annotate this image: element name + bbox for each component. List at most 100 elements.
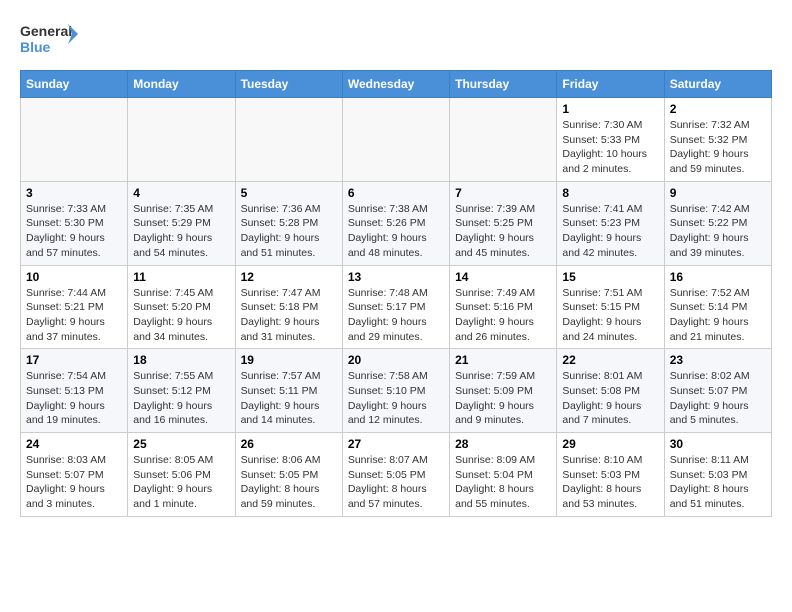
calendar-week-3: 10 Sunrise: 7:44 AM Sunset: 5:21 PM Dayli…: [21, 265, 772, 349]
day-info: Sunrise: 7:59 AM Sunset: 5:09 PM Dayligh…: [455, 369, 551, 428]
day-number: 4: [133, 186, 229, 200]
day-info: Sunrise: 7:49 AM Sunset: 5:16 PM Dayligh…: [455, 286, 551, 345]
day-number: 26: [241, 437, 337, 451]
calendar-cell: 27 Sunrise: 8:07 AM Sunset: 5:05 PM Dayli…: [342, 433, 449, 517]
day-info: Sunrise: 7:48 AM Sunset: 5:17 PM Dayligh…: [348, 286, 444, 345]
calendar-cell: 10 Sunrise: 7:44 AM Sunset: 5:21 PM Dayli…: [21, 265, 128, 349]
day-number: 11: [133, 270, 229, 284]
calendar-cell: [450, 98, 557, 182]
day-info: Sunrise: 7:35 AM Sunset: 5:29 PM Dayligh…: [133, 202, 229, 261]
day-number: 1: [562, 102, 658, 116]
calendar-cell: 6 Sunrise: 7:38 AM Sunset: 5:26 PM Daylig…: [342, 181, 449, 265]
day-info: Sunrise: 8:11 AM Sunset: 5:03 PM Dayligh…: [670, 453, 766, 512]
day-number: 30: [670, 437, 766, 451]
day-number: 22: [562, 353, 658, 367]
day-number: 9: [670, 186, 766, 200]
day-info: Sunrise: 7:55 AM Sunset: 5:12 PM Dayligh…: [133, 369, 229, 428]
header: General Blue: [20, 20, 772, 60]
day-number: 3: [26, 186, 122, 200]
calendar-cell: 8 Sunrise: 7:41 AM Sunset: 5:23 PM Daylig…: [557, 181, 664, 265]
svg-text:Blue: Blue: [20, 39, 51, 55]
day-number: 5: [241, 186, 337, 200]
day-info: Sunrise: 7:44 AM Sunset: 5:21 PM Dayligh…: [26, 286, 122, 345]
calendar-cell: 25 Sunrise: 8:05 AM Sunset: 5:06 PM Dayli…: [128, 433, 235, 517]
calendar-cell: 19 Sunrise: 7:57 AM Sunset: 5:11 PM Dayli…: [235, 349, 342, 433]
day-info: Sunrise: 7:30 AM Sunset: 5:33 PM Dayligh…: [562, 118, 658, 177]
day-number: 12: [241, 270, 337, 284]
day-info: Sunrise: 7:45 AM Sunset: 5:20 PM Dayligh…: [133, 286, 229, 345]
calendar-cell: 24 Sunrise: 8:03 AM Sunset: 5:07 PM Dayli…: [21, 433, 128, 517]
calendar-cell: [128, 98, 235, 182]
day-info: Sunrise: 7:47 AM Sunset: 5:18 PM Dayligh…: [241, 286, 337, 345]
day-number: 28: [455, 437, 551, 451]
calendar-cell: 2Sunrise: 7:32 AM Sunset: 5:32 PM Daylig…: [664, 98, 771, 182]
day-header-thursday: Thursday: [450, 71, 557, 98]
calendar-cell: 3 Sunrise: 7:33 AM Sunset: 5:30 PM Daylig…: [21, 181, 128, 265]
day-number: 8: [562, 186, 658, 200]
day-info: Sunrise: 8:06 AM Sunset: 5:05 PM Dayligh…: [241, 453, 337, 512]
calendar-week-1: 1 Sunrise: 7:30 AM Sunset: 5:33 PM Daylig…: [21, 98, 772, 182]
calendar-cell: 30 Sunrise: 8:11 AM Sunset: 5:03 PM Dayli…: [664, 433, 771, 517]
day-info: Sunrise: 8:03 AM Sunset: 5:07 PM Dayligh…: [26, 453, 122, 512]
day-info: Sunrise: 7:41 AM Sunset: 5:23 PM Dayligh…: [562, 202, 658, 261]
day-info: Sunrise: 7:52 AM Sunset: 5:14 PM Dayligh…: [670, 286, 766, 345]
calendar-cell: 5 Sunrise: 7:36 AM Sunset: 5:28 PM Daylig…: [235, 181, 342, 265]
calendar-cell: 28Sunrise: 8:09 AM Sunset: 5:04 PM Dayli…: [450, 433, 557, 517]
day-header-saturday: Saturday: [664, 71, 771, 98]
day-info: Sunrise: 7:58 AM Sunset: 5:10 PM Dayligh…: [348, 369, 444, 428]
calendar-header-row: SundayMondayTuesdayWednesdayThursdayFrid…: [21, 71, 772, 98]
logo: General Blue: [20, 20, 80, 60]
day-info: Sunrise: 8:10 AM Sunset: 5:03 PM Dayligh…: [562, 453, 658, 512]
day-info: Sunrise: 8:05 AM Sunset: 5:06 PM Dayligh…: [133, 453, 229, 512]
day-info: Sunrise: 7:57 AM Sunset: 5:11 PM Dayligh…: [241, 369, 337, 428]
day-info: Sunrise: 7:33 AM Sunset: 5:30 PM Dayligh…: [26, 202, 122, 261]
day-number: 6: [348, 186, 444, 200]
calendar-cell: 21 Sunrise: 7:59 AM Sunset: 5:09 PM Dayli…: [450, 349, 557, 433]
day-info: Sunrise: 7:38 AM Sunset: 5:26 PM Dayligh…: [348, 202, 444, 261]
day-number: 24: [26, 437, 122, 451]
calendar-cell: [21, 98, 128, 182]
day-header-tuesday: Tuesday: [235, 71, 342, 98]
calendar-cell: [235, 98, 342, 182]
day-number: 23: [670, 353, 766, 367]
calendar-cell: 1 Sunrise: 7:30 AM Sunset: 5:33 PM Daylig…: [557, 98, 664, 182]
calendar-cell: 23Sunrise: 8:02 AM Sunset: 5:07 PM Dayli…: [664, 349, 771, 433]
calendar-week-4: 17Sunrise: 7:54 AM Sunset: 5:13 PM Dayli…: [21, 349, 772, 433]
day-number: 7: [455, 186, 551, 200]
day-number: 21: [455, 353, 551, 367]
calendar-cell: 22Sunrise: 8:01 AM Sunset: 5:08 PM Dayli…: [557, 349, 664, 433]
day-header-monday: Monday: [128, 71, 235, 98]
calendar-cell: 9 Sunrise: 7:42 AM Sunset: 5:22 PM Daylig…: [664, 181, 771, 265]
calendar-cell: 17Sunrise: 7:54 AM Sunset: 5:13 PM Dayli…: [21, 349, 128, 433]
day-number: 18: [133, 353, 229, 367]
calendar-cell: 13 Sunrise: 7:48 AM Sunset: 5:17 PM Dayli…: [342, 265, 449, 349]
day-info: Sunrise: 8:07 AM Sunset: 5:05 PM Dayligh…: [348, 453, 444, 512]
day-number: 29: [562, 437, 658, 451]
day-number: 25: [133, 437, 229, 451]
day-number: 13: [348, 270, 444, 284]
day-number: 16: [670, 270, 766, 284]
day-header-wednesday: Wednesday: [342, 71, 449, 98]
day-info: Sunrise: 7:54 AM Sunset: 5:13 PM Dayligh…: [26, 369, 122, 428]
logo-svg: General Blue: [20, 20, 80, 60]
calendar-week-2: 3 Sunrise: 7:33 AM Sunset: 5:30 PM Daylig…: [21, 181, 772, 265]
day-number: 19: [241, 353, 337, 367]
day-number: 10: [26, 270, 122, 284]
day-number: 2: [670, 102, 766, 116]
day-info: Sunrise: 7:39 AM Sunset: 5:25 PM Dayligh…: [455, 202, 551, 261]
calendar-cell: 18 Sunrise: 7:55 AM Sunset: 5:12 PM Dayli…: [128, 349, 235, 433]
day-info: Sunrise: 7:42 AM Sunset: 5:22 PM Dayligh…: [670, 202, 766, 261]
calendar-cell: 14 Sunrise: 7:49 AM Sunset: 5:16 PM Dayli…: [450, 265, 557, 349]
calendar-cell: [342, 98, 449, 182]
calendar-cell: 12 Sunrise: 7:47 AM Sunset: 5:18 PM Dayli…: [235, 265, 342, 349]
calendar-table: SundayMondayTuesdayWednesdayThursdayFrid…: [20, 70, 772, 517]
calendar-cell: 15Sunrise: 7:51 AM Sunset: 5:15 PM Dayli…: [557, 265, 664, 349]
day-info: Sunrise: 7:36 AM Sunset: 5:28 PM Dayligh…: [241, 202, 337, 261]
calendar-cell: 7 Sunrise: 7:39 AM Sunset: 5:25 PM Daylig…: [450, 181, 557, 265]
day-number: 27: [348, 437, 444, 451]
calendar-cell: 4 Sunrise: 7:35 AM Sunset: 5:29 PM Daylig…: [128, 181, 235, 265]
day-number: 14: [455, 270, 551, 284]
day-number: 20: [348, 353, 444, 367]
calendar-cell: 29 Sunrise: 8:10 AM Sunset: 5:03 PM Dayli…: [557, 433, 664, 517]
day-header-sunday: Sunday: [21, 71, 128, 98]
